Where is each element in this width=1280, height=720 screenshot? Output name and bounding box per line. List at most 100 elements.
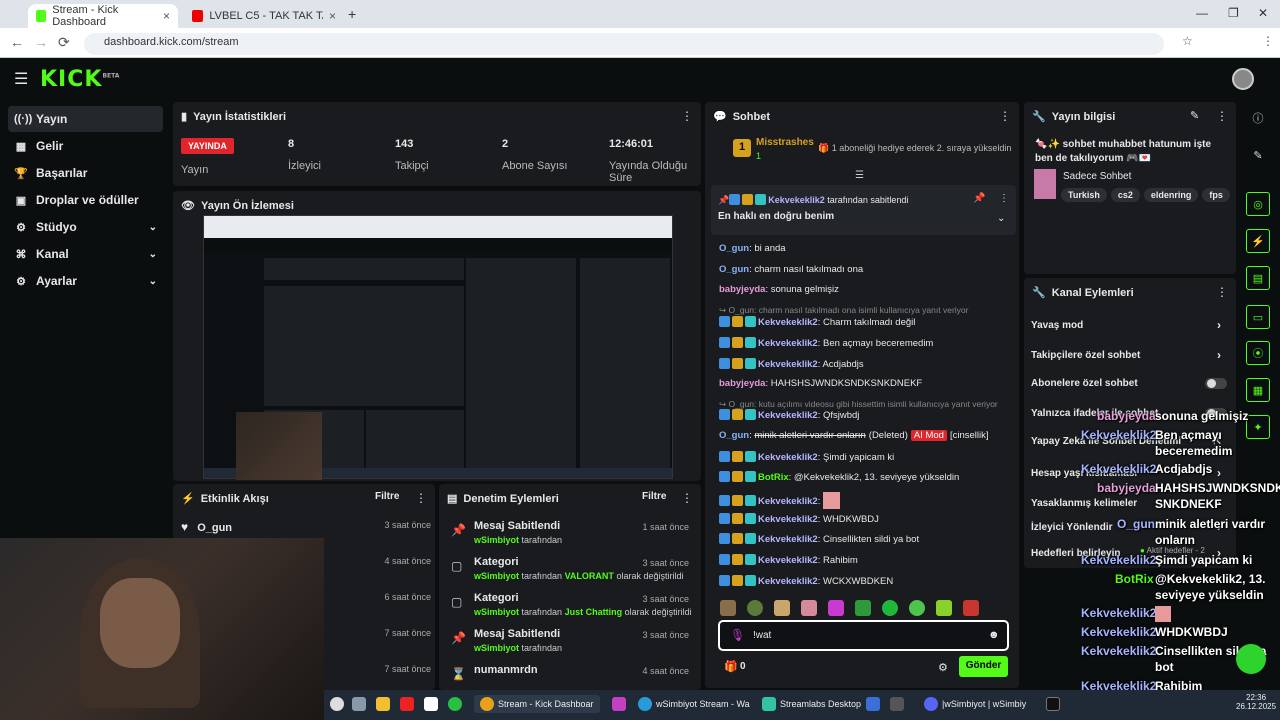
forward-icon[interactable]: → [34,34,48,50]
chat-username[interactable]: Kekvekeklik2 [758,410,818,421]
close-tab-icon[interactable]: × [163,9,170,23]
category-name[interactable]: Sadece Sohbet [1063,171,1131,182]
kick-logo[interactable]: KICKBETA [40,67,119,92]
close-window-icon[interactable]: ✕ [1258,6,1268,20]
stat-uptime: 12:46:01 Yayında Olduğu Süre [609,138,688,184]
green-widget-icon[interactable] [1236,644,1266,674]
chat-settings-icon[interactable]: ⚙ [938,661,948,674]
chat-icon[interactable]: ▭ [1246,305,1270,329]
emote-icon[interactable] [855,600,871,616]
more-icon[interactable]: ⋮ [999,109,1011,123]
info-icon[interactable]: ⓘ [1246,106,1270,130]
chat-username[interactable]: Kekvekeklik2 [758,338,818,349]
badge-icon [745,451,756,462]
chat-username[interactable]: Kekvekeklik2 [758,534,818,545]
chat-username[interactable]: babyjeyda [719,378,765,389]
subscribers-only-toggle[interactable] [1205,378,1227,389]
microphone-icon[interactable]: 🎙 [730,628,745,642]
points-icon[interactable]: 🎁 [724,660,738,673]
chat-input[interactable]: 🎙 !wat ☻ [718,620,1009,651]
bookmark-star-icon[interactable]: ☆ [1182,34,1193,48]
browser-tab-youtube[interactable]: LVBEL C5 - TAK TAK TAK (1960' × [184,4,344,28]
chat-text: minik aletleri vardır onların [754,430,866,441]
close-tab-icon[interactable]: × [329,9,336,23]
more-icon[interactable]: ⋮ [681,491,693,505]
avatar[interactable] [1232,68,1254,90]
browser-tab-kick[interactable]: Stream - Kick Dashboard × [28,4,178,28]
back-icon[interactable]: ← [10,34,24,50]
browser-menu-icon[interactable]: ⋮ [1262,34,1274,48]
url-field[interactable]: dashboard.kick.com/stream [84,33,1164,55]
chat-username[interactable]: Kekvekeklik2 [758,514,818,525]
emote-icon[interactable] [882,600,898,616]
category-thumbnail [1034,169,1056,199]
emote-icon[interactable] [801,600,817,616]
badge-icon [745,575,756,586]
emote-icon[interactable] [747,600,763,616]
maximize-icon[interactable]: ❐ [1228,6,1239,20]
pinned-message[interactable]: 📌 Kekvekeklik2 tarafından sabitlendi En h… [711,185,1016,235]
tag[interactable]: eldenring [1143,188,1199,202]
sidebar-item-basarilar[interactable]: 🏆 Başarılar [8,160,163,186]
emote-icon[interactable] [909,600,925,616]
action-subscribers-only[interactable]: Abonelere özel sohbet [1031,378,1221,389]
tag[interactable]: fps [1202,188,1230,202]
new-tab-icon[interactable]: + [348,6,356,22]
more-icon[interactable]: ⋮ [415,491,427,505]
chat-username[interactable]: Kekvekeklik2 [758,359,818,370]
chat-username[interactable]: O_gun [719,243,749,254]
reload-icon[interactable]: ⟳ [58,34,70,51]
edit-icon[interactable]: ✎ [1190,109,1199,122]
taskbar-clock[interactable]: 22:36 26.12.2025 [1236,693,1276,711]
chat-username[interactable]: Kekvekeklik2 [758,452,818,463]
tool-icon[interactable]: ✦ [1246,415,1270,439]
emote-icon[interactable] [828,600,844,616]
chat-username[interactable]: O_gun [719,264,749,275]
action-followers-only[interactable]: Takipçilere özel sohbet › [1031,348,1221,362]
hamburger-menu-icon[interactable]: ☰ [14,69,28,89]
lightning-icon[interactable]: ⚡ [1246,229,1270,253]
more-icon[interactable]: ⋮ [1216,285,1228,299]
sidebar-item-ayarlar[interactable]: ⚙ Ayarlar ⌄ [8,268,163,294]
chat-username[interactable]: babyjeyda [719,284,765,295]
sidebar-item-kanal[interactable]: ⌘ Kanal ⌄ [8,241,163,267]
target-icon[interactable]: ◎ [1246,192,1270,216]
chevron-down-icon[interactable]: ⌄ [997,213,1005,224]
collapse-icon[interactable]: ☰ [855,170,864,181]
chat-username[interactable]: Kekvekeklik2 [758,317,818,328]
sidebar-item-studyo[interactable]: ⚙ Stüdyo ⌄ [8,214,163,240]
pencil-icon[interactable]: ✎ [1246,143,1270,167]
emote-icon[interactable] [720,600,736,616]
taskbar-item-discord[interactable]: |wSimbiyot | wSimbiy [924,697,1026,711]
send-button[interactable]: Gönder [959,656,1008,677]
more-icon[interactable]: ⋮ [999,193,1009,204]
tag[interactable]: Turkish [1061,188,1107,202]
sidebar-item-gelir[interactable]: ▦ Gelir [8,133,163,159]
document-icon[interactable]: ▤ [1246,266,1270,290]
emote-icon[interactable] [936,600,952,616]
sidebar-item-yayin[interactable]: ((·)) Yayın [8,106,163,132]
tag[interactable]: cs2 [1110,188,1140,202]
chat-username[interactable]: BotRix [758,472,789,483]
category-icon: ▢ [451,595,463,609]
events-filter-button[interactable]: Filtre [375,491,399,502]
unpin-icon[interactable]: 📌 [973,193,985,204]
chat-username[interactable]: Kekvekeklik2 [758,555,818,566]
chat-username[interactable]: Kekvekeklik2 [758,496,818,507]
taskbar-item-streamlabs[interactable]: Streamlabs Desktop [762,697,861,711]
emote-icon[interactable] [774,600,790,616]
layout-icon[interactable]: ▦ [1246,378,1270,402]
emote-icon[interactable] [963,600,979,616]
chat-username[interactable]: O_gun [719,430,749,441]
taskbar-item-edge[interactable]: wSimbiyot Stream - Wa [638,697,750,711]
minimize-icon[interactable]: — [1196,6,1208,20]
broadcast-icon[interactable]: ⦿ [1246,341,1270,365]
more-icon[interactable]: ⋮ [681,109,693,123]
sidebar-item-droplar[interactable]: ▣ Droplar ve ödüller [8,187,163,213]
chat-username[interactable]: Kekvekeklik2 [758,576,818,587]
action-slow-mode[interactable]: Yavaş mod › [1031,318,1221,332]
emoji-icon[interactable]: ☻ [988,629,1000,641]
taskbar-item-chrome[interactable]: Stream - Kick Dashboar [474,695,600,713]
more-icon[interactable]: ⋮ [1216,109,1228,123]
moderation-filter-button[interactable]: Filtre [642,491,666,502]
